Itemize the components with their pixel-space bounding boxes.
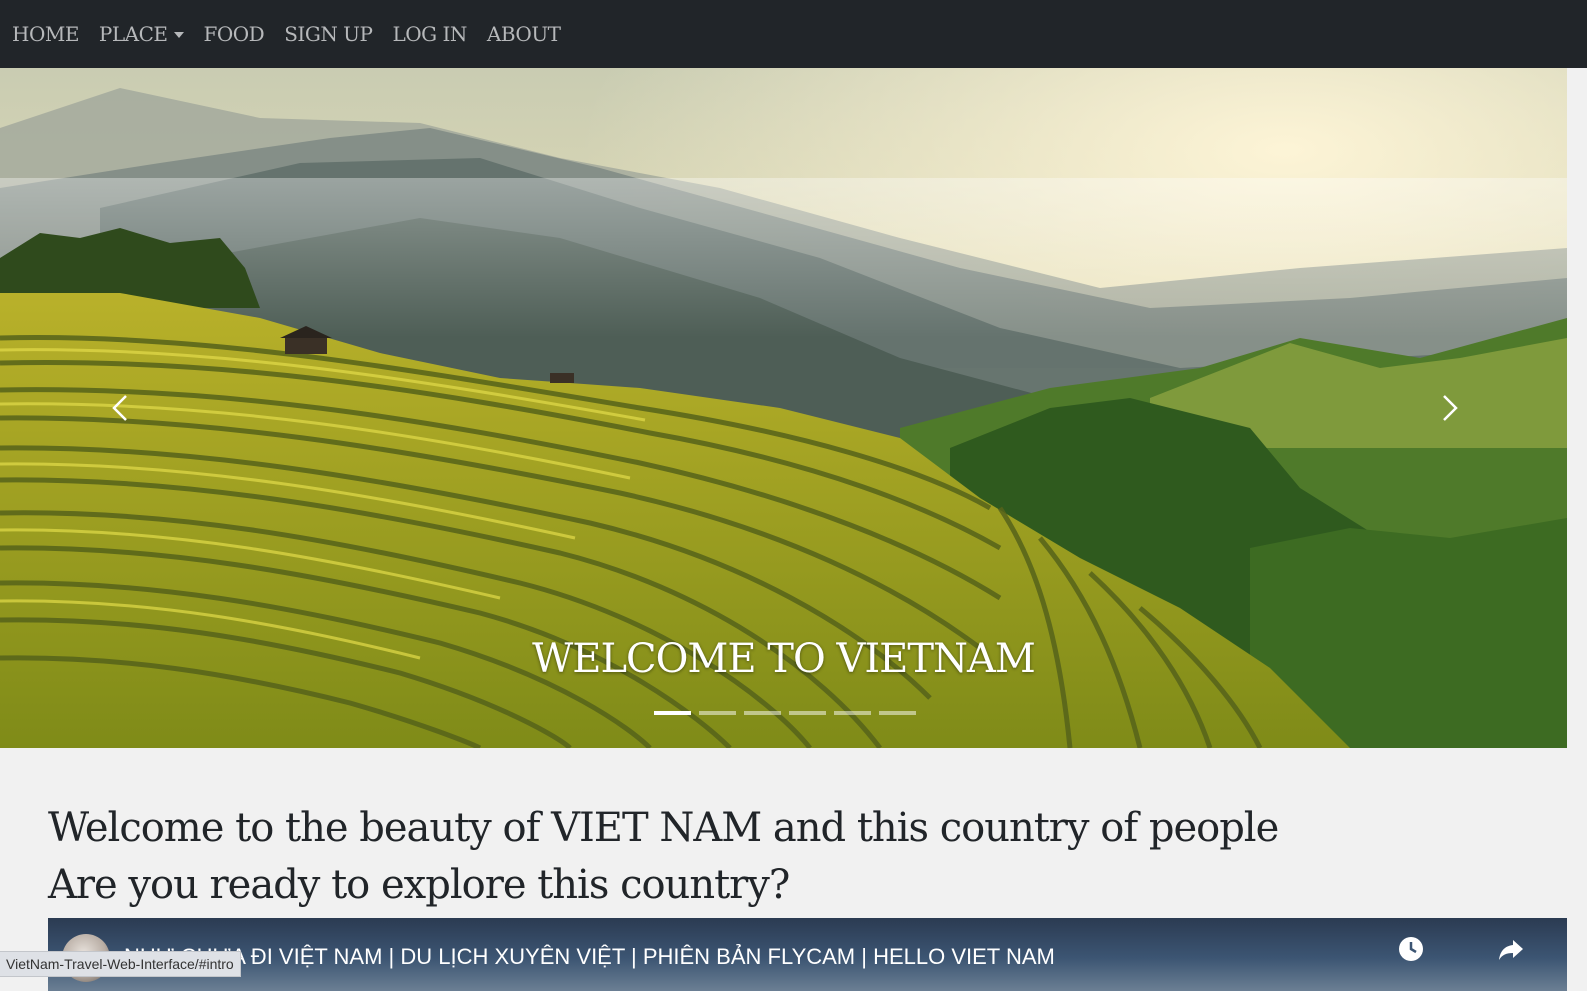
nav-about-link[interactable]: ABOUT <box>487 22 561 46</box>
nav-login-label: LOG IN <box>392 22 467 46</box>
intro-heading-line1: Welcome to the beauty of VIET NAM and th… <box>48 805 1279 851</box>
carousel-indicator-6[interactable] <box>879 711 916 715</box>
share-icon[interactable] <box>1494 932 1528 966</box>
nav-signup-link[interactable]: SIGN UP <box>284 22 373 46</box>
nav-food-label: FOOD <box>203 22 265 46</box>
nav-place-dropdown[interactable]: PLACE <box>99 22 184 46</box>
browser-status-url: VietNam-Travel-Web-Interface/#intro <box>0 951 241 977</box>
carousel-prev-button[interactable] <box>102 388 142 428</box>
carousel-next-button[interactable] <box>1428 388 1468 428</box>
caret-down-icon <box>173 32 184 38</box>
nav-home-link[interactable]: HOME <box>12 22 79 46</box>
nav-home-label: HOME <box>12 22 79 46</box>
clock-icon[interactable] <box>1394 932 1428 966</box>
nav-about-label: ABOUT <box>486 22 561 46</box>
nav-place-label: PLACE <box>98 22 168 46</box>
nav-food-link[interactable]: FOOD <box>204 22 265 46</box>
carousel-caption: WELCOME TO VIETNAM <box>532 636 1036 682</box>
top-navbar: HOME PLACE FOOD SIGN UP LOG IN ABOUT <box>0 0 1587 68</box>
nav-signup-label: SIGN UP <box>284 22 373 46</box>
carousel-indicator-5[interactable] <box>834 711 871 715</box>
intro-heading-line2: Are you ready to explore this country? <box>48 862 790 908</box>
carousel-indicator-4[interactable] <box>789 711 826 715</box>
carousel-indicator-3[interactable] <box>744 711 781 715</box>
carousel-indicator-2[interactable] <box>699 711 736 715</box>
video-title[interactable]: NHƯ CHƯA ĐI VIỆT NAM | DU LỊCH XUYÊN VIỆ… <box>124 944 1055 970</box>
hero-carousel: WELCOME TO VIETNAM <box>0 68 1567 748</box>
youtube-video-embed[interactable]: NHƯ CHƯA ĐI VIỆT NAM | DU LỊCH XUYÊN VIỆ… <box>48 918 1567 991</box>
carousel-indicator-1[interactable] <box>654 711 691 715</box>
intro-section: Welcome to the beauty of VIET NAM and th… <box>48 800 1548 914</box>
nav-login-link[interactable]: LOG IN <box>392 22 467 46</box>
carousel-indicators <box>654 711 916 715</box>
